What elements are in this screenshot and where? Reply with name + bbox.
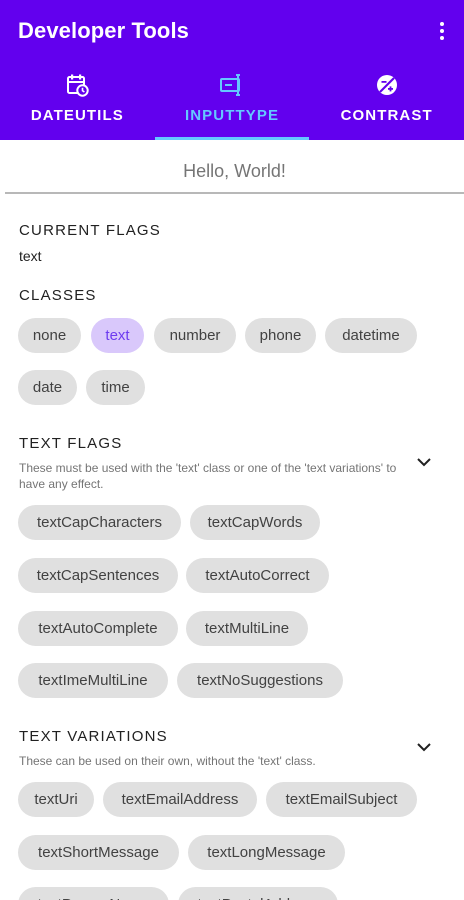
chevron-down-icon[interactable]: [415, 453, 433, 471]
chip-class-time[interactable]: time: [86, 370, 145, 405]
chip-variation[interactable]: textLongMessage: [188, 835, 345, 870]
chip-variation[interactable]: textEmailAddress: [103, 782, 257, 817]
chip-flag[interactable]: textAutoComplete: [18, 611, 178, 646]
app-title: Developer Tools: [18, 18, 190, 43]
contrast-icon: [376, 75, 397, 95]
text-cursor-icon: [220, 74, 240, 96]
current-flags-title: CURRENT FLAGS: [19, 222, 162, 239]
overflow-menu-icon[interactable]: [432, 18, 452, 44]
chip-variation[interactable]: textEmailSubject: [266, 782, 417, 817]
text-flags-title: TEXT FLAGS: [19, 435, 123, 452]
tab-dateutils[interactable]: DATEUTILS: [0, 62, 155, 140]
chip-variation[interactable]: textPostalAddress: [178, 887, 338, 900]
chip-variation[interactable]: textShortMessage: [18, 835, 179, 870]
calendar-clock-icon: [67, 74, 90, 97]
chip-flag[interactable]: textCapSentences: [18, 558, 178, 593]
tab-label: CONTRAST: [340, 107, 433, 124]
tab-label: DATEUTILS: [30, 107, 124, 124]
tab-indicator: [154, 137, 310, 140]
app-bar: Developer Tools DATEUTILS INPUTTYPE CONT…: [0, 0, 464, 140]
chip-variation[interactable]: textPersonName: [18, 887, 169, 900]
text-flags-subtitle: These must be used with the 'text' class…: [19, 461, 397, 491]
chip-flag[interactable]: textImeMultiLine: [18, 663, 168, 698]
tab-inputtype[interactable]: INPUTTYPE: [154, 62, 310, 140]
chip-class-phone[interactable]: phone: [245, 318, 316, 353]
test-input-field[interactable]: [5, 150, 464, 194]
chip-flag[interactable]: textCapCharacters: [18, 505, 181, 540]
chevron-down-icon[interactable]: [415, 738, 433, 756]
test-input[interactable]: [5, 160, 464, 182]
chip-class-number[interactable]: number: [154, 318, 236, 353]
chip-variation[interactable]: textUri: [18, 782, 94, 817]
chip-flag[interactable]: textMultiLine: [186, 611, 308, 646]
chip-class-text[interactable]: text: [91, 318, 144, 353]
chip-class-none[interactable]: none: [18, 318, 81, 353]
chip-flag[interactable]: textCapWords: [190, 505, 320, 540]
tab-bar: DATEUTILS INPUTTYPE CONTRAST: [0, 62, 464, 140]
current-flags-value: text: [19, 248, 42, 264]
chip-class-date[interactable]: date: [18, 370, 77, 405]
chip-flag[interactable]: textAutoCorrect: [186, 558, 329, 593]
text-variations-subtitle: These can be used on their own, without …: [19, 754, 316, 768]
chip-flag[interactable]: textNoSuggestions: [177, 663, 343, 698]
tab-label: INPUTTYPE: [184, 107, 280, 124]
tab-contrast[interactable]: CONTRAST: [309, 62, 464, 140]
chip-class-datetime[interactable]: datetime: [325, 318, 417, 353]
text-variations-title: TEXT VARIATIONS: [19, 728, 168, 745]
classes-title: CLASSES: [19, 287, 97, 304]
